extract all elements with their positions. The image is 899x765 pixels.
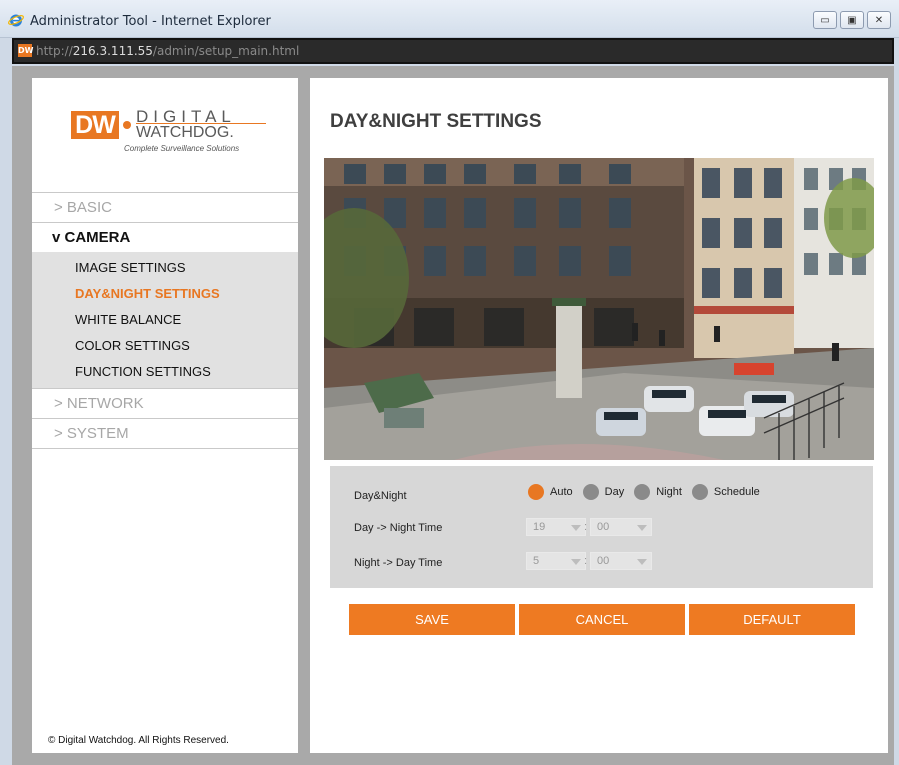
day-to-night-minute-value: 00	[597, 521, 610, 533]
night-to-day-minute-select[interactable]: 00	[590, 552, 652, 570]
page-title: DAY&NIGHT SETTINGS	[330, 111, 542, 132]
night-to-day-label: Night -> Day Time	[354, 557, 443, 569]
radio-night-label[interactable]: Night	[656, 486, 682, 498]
site-favicon-icon: DW	[18, 44, 34, 57]
day-to-night-hour-select[interactable]: 19	[526, 518, 586, 536]
digital-watchdog-logo[interactable]: DW DIGITAL WATCHDOG. Complete Surveillan…	[32, 78, 298, 178]
time-colon: :	[584, 521, 588, 533]
logo-tagline: Complete Surveillance Solutions	[124, 144, 240, 153]
maximize-button[interactable]: ▣	[840, 11, 864, 29]
logo-mark: DW	[71, 111, 119, 139]
day-to-night-hour-value: 19	[533, 521, 546, 533]
logo-line2: WATCHDOG.	[136, 124, 234, 141]
window-title: Administrator Tool - Internet Explorer	[30, 14, 271, 29]
main-content: DAY&NIGHT SETTINGS Day&Night Auto Day Ni…	[310, 78, 888, 753]
night-to-day-hour-value: 5	[533, 555, 540, 567]
radio-night[interactable]	[634, 484, 651, 500]
chevron-down-icon	[637, 559, 647, 565]
chevron-down-icon	[637, 525, 647, 531]
window-titlebar: Administrator Tool - Internet Explorer ▭…	[0, 0, 899, 38]
day-to-night-label: Day -> Night Time	[354, 522, 443, 534]
save-button[interactable]: SAVE	[349, 604, 515, 635]
nav-basic[interactable]: > BASIC	[32, 192, 298, 222]
cancel-button[interactable]: CANCEL	[519, 604, 685, 635]
radio-auto-label[interactable]: Auto	[550, 486, 573, 498]
logo-dot	[123, 121, 131, 129]
nav-camera[interactable]: v CAMERA	[32, 222, 298, 252]
night-to-day-minute-value: 00	[597, 555, 610, 567]
copyright-text: © Digital Watchdog. All Rights Reserved.	[48, 735, 229, 746]
radio-schedule-label[interactable]: Schedule	[714, 486, 760, 498]
chevron-down-icon	[571, 559, 581, 565]
nav-daynight-settings[interactable]: DAY&NIGHT SETTINGS	[32, 281, 298, 307]
nav-color-settings[interactable]: COLOR SETTINGS	[32, 333, 298, 359]
day-to-night-minute-select[interactable]: 00	[590, 518, 652, 536]
radio-day[interactable]	[582, 484, 599, 500]
minimize-button[interactable]: ▭	[813, 11, 837, 29]
nav-network[interactable]: > NETWORK	[32, 388, 298, 418]
nav-function-settings[interactable]: FUNCTION SETTINGS	[32, 359, 298, 385]
address-bar[interactable]: DW http://216.3.111.55/admin/setup_main.…	[12, 38, 894, 64]
page-viewport: DW DIGITAL WATCHDOG. Complete Surveillan…	[12, 66, 894, 765]
night-to-day-hour-select[interactable]: 5	[526, 552, 586, 570]
daynight-settings-panel: Day&Night Auto Day Night Schedule Day ->…	[330, 466, 873, 588]
camera-submenu: IMAGE SETTINGS DAY&NIGHT SETTINGS WHITE …	[32, 252, 298, 388]
radio-schedule[interactable]	[691, 484, 708, 500]
daynight-mode-radio-group: Auto Day Night Schedule	[528, 484, 770, 500]
nav-white-balance[interactable]: WHITE BALANCE	[32, 307, 298, 333]
time-colon: :	[584, 555, 588, 567]
camera-live-view	[324, 158, 874, 460]
default-button[interactable]: DEFAULT	[689, 604, 855, 635]
daynight-label: Day&Night	[354, 490, 407, 502]
radio-day-label[interactable]: Day	[605, 486, 625, 498]
sidebar: DW DIGITAL WATCHDOG. Complete Surveillan…	[32, 78, 298, 753]
nav-image-settings[interactable]: IMAGE SETTINGS	[32, 255, 298, 281]
radio-auto[interactable]	[528, 484, 544, 500]
nav-system[interactable]: > SYSTEM	[32, 418, 298, 448]
sidebar-nav: > BASIC v CAMERA IMAGE SETTINGS DAY&NIGH…	[32, 192, 298, 449]
chevron-down-icon	[571, 525, 581, 531]
internet-explorer-icon	[8, 14, 24, 27]
close-button[interactable]: ✕	[867, 11, 891, 29]
url-text[interactable]: http://216.3.111.55/admin/setup_main.htm…	[36, 44, 299, 58]
